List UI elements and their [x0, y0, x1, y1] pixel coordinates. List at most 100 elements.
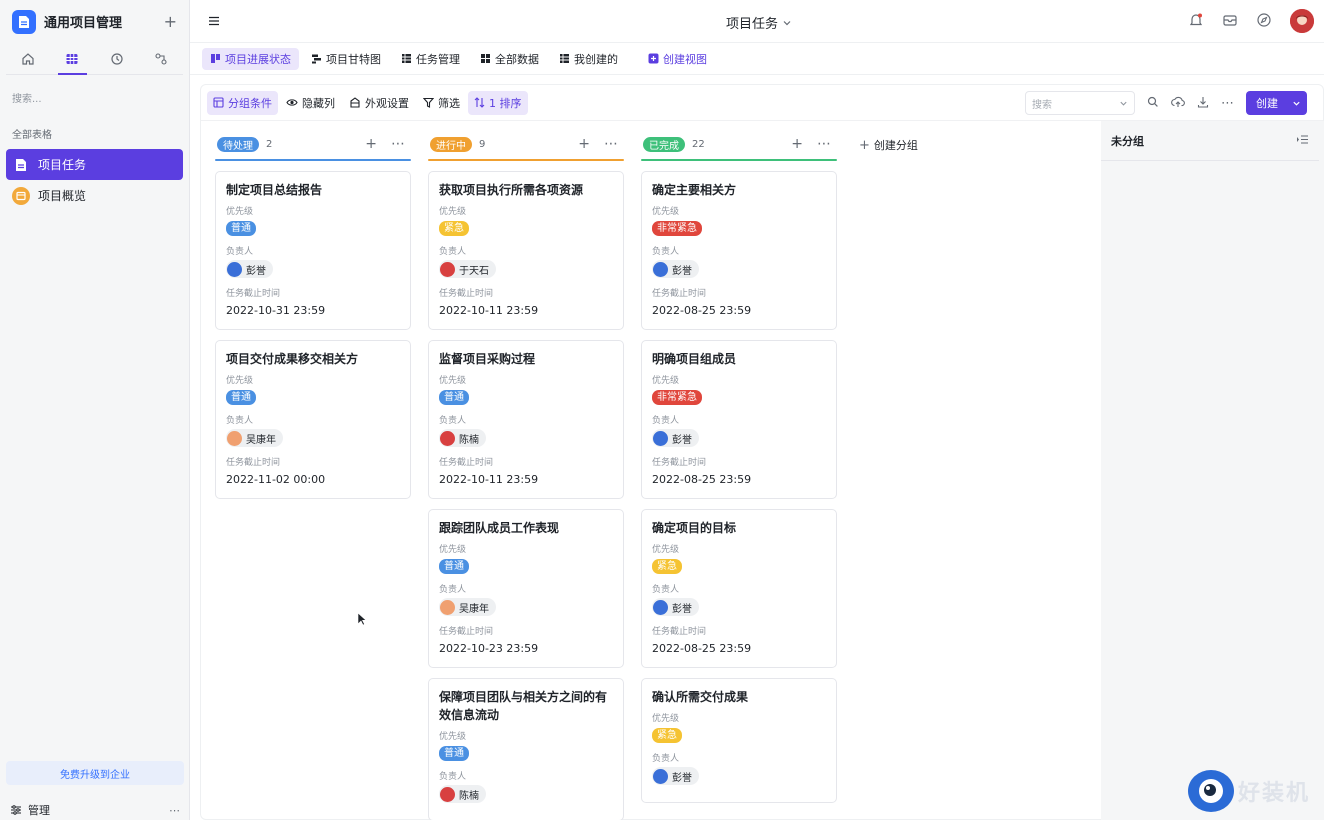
column-more-button[interactable]: ⋯ [391, 136, 405, 152]
plus-square-icon [648, 53, 659, 64]
column-count: 22 [692, 138, 705, 150]
task-card[interactable]: 保障项目团队与相关方之间的有效信息流动 优先级 普通 负责人 陈楠 [428, 678, 624, 820]
task-card[interactable]: 获取项目执行所需各项资源 优先级 紧急 负责人 于天石 任务截止时间 2022-10-11 … [428, 171, 624, 330]
collapse-list-icon[interactable] [1296, 134, 1309, 148]
inbox-icon[interactable] [1222, 12, 1238, 31]
sort-button[interactable]: 1 排序 [468, 90, 528, 115]
appearance-button[interactable]: 外观设置 [343, 91, 415, 115]
status-badge[interactable]: 已完成 [643, 136, 685, 152]
column-actions: + ⋯ [791, 136, 835, 152]
sidebar-header: 通用项目管理 + [0, 0, 189, 43]
add-card-button[interactable]: + [365, 136, 377, 152]
priority-label: 优先级 [652, 376, 680, 386]
column-more-button[interactable]: ⋯ [817, 136, 831, 152]
chevron-down-icon[interactable] [1292, 99, 1301, 108]
deadline-value: 2022-08-25 23:59 [652, 304, 752, 317]
task-card[interactable]: 明确项目组成员 优先级 非常紧急 负责人 彭誉 任务截止时间 2022-08-25 23:5… [641, 340, 837, 499]
hide-columns-button[interactable]: 隐藏列 [280, 91, 341, 115]
tab-task-management[interactable]: 任务管理 [393, 48, 468, 70]
sidebar-search-input[interactable]: 搜索... [0, 75, 189, 123]
more-options-button[interactable]: ⋯ [1221, 96, 1234, 111]
history-tab[interactable] [95, 43, 139, 74]
priority-tag: 普通 [439, 559, 469, 574]
view-tabs: 项目进展状态 项目甘特图 任务管理 全部数据 我创建的 创建视图 [190, 43, 1324, 75]
upload-icon[interactable] [1171, 96, 1185, 111]
task-card[interactable]: 跟踪团队成员工作表现 优先级 普通 负责人 吴康年 任务截止时间 2022-10-23 23… [428, 509, 624, 668]
deadline-value: 2022-08-25 23:59 [652, 642, 752, 655]
owner-label: 负责人 [439, 772, 467, 782]
task-card[interactable]: 制定项目总结报告 优先级 普通 负责人 彭誉 任务截止时间 2022-10-31 23:59 [215, 171, 411, 330]
view-toolbar: 分组条件 隐藏列 外观设置 筛选 1 排序 搜索 ⋯ 创建 [201, 85, 1323, 121]
palette-icon [350, 97, 360, 108]
manage-button[interactable]: 管理 ⋯ [0, 800, 190, 820]
view-title-dropdown[interactable]: 项目任务 [726, 13, 792, 32]
create-view-button[interactable]: 创建视图 [640, 48, 715, 70]
status-badge[interactable]: 待处理 [217, 136, 259, 152]
grid-icon [481, 54, 490, 63]
create-group-button[interactable]: + 创建分组 [859, 137, 918, 153]
tab-label: 项目甘特图 [326, 52, 381, 66]
owner-name: 陈楠 [459, 790, 479, 802]
plus-icon: + [859, 137, 870, 153]
priority-tag: 非常紧急 [652, 221, 702, 236]
sidebar-item-project-tasks[interactable]: 项目任务 [6, 149, 183, 180]
avatar [440, 261, 455, 277]
owner-label: 负责人 [652, 416, 680, 426]
deadline-value: 2022-10-23 23:59 [439, 642, 539, 655]
deadline-label: 任务截止时间 [226, 289, 281, 299]
card-title: 明确项目组成员 [652, 352, 737, 366]
document-icon [12, 156, 30, 174]
deadline-value: 2022-10-11 23:59 [439, 473, 539, 486]
menu-toggle-icon[interactable] [207, 14, 221, 31]
task-card[interactable]: 确认所需交付成果 优先级 紧急 负责人 彭誉 [641, 678, 837, 803]
column-header: 进行中 9 + ⋯ [428, 131, 624, 157]
priority-label: 优先级 [439, 545, 467, 555]
add-card-button[interactable]: + [791, 136, 803, 152]
notification-bell-icon[interactable] [1188, 12, 1204, 31]
kanban-column: 待处理 2 + ⋯ 制定项目总结报告 优先级 普通 负责人 彭誉 任务截止时间 2022-10-31… [215, 131, 411, 499]
app-logo-icon [12, 9, 36, 34]
task-card[interactable]: 项目交付成果移交相关方 优先级 普通 负责人 吴康年 任务截止时间 2022-11-02 0… [215, 340, 411, 499]
priority-tag: 非常紧急 [652, 390, 702, 405]
create-record-button[interactable]: 创建 [1246, 91, 1307, 115]
filter-label: 筛选 [438, 96, 460, 110]
deadline-label: 任务截止时间 [652, 627, 707, 637]
add-card-button[interactable]: + [578, 136, 590, 152]
tab-all-data[interactable]: 全部数据 [472, 48, 547, 70]
column-more-button[interactable]: ⋯ [604, 136, 618, 152]
tab-gantt[interactable]: 项目甘特图 [303, 48, 389, 70]
task-card[interactable]: 确定项目的目标 优先级 紧急 负责人 彭誉 任务截止时间 2022-08-25 23:59 [641, 509, 837, 668]
download-icon[interactable] [1197, 96, 1209, 111]
task-card[interactable]: 确定主要相关方 优先级 非常紧急 负责人 彭誉 任务截止时间 2022-08-25 23:5… [641, 171, 837, 330]
manage-more-button[interactable]: ⋯ [169, 804, 180, 817]
filter-button[interactable]: 筛选 [417, 91, 466, 115]
search-placeholder: 搜索 [1032, 99, 1052, 111]
owner-name: 吴康年 [246, 434, 276, 446]
group-by-button[interactable]: 分组条件 [207, 90, 278, 115]
priority-label: 优先级 [652, 207, 680, 217]
status-badge[interactable]: 进行中 [430, 136, 472, 152]
compass-icon[interactable] [1256, 12, 1272, 31]
tab-label: 任务管理 [416, 52, 460, 66]
deadline-label: 任务截止时间 [439, 458, 494, 468]
search-icon[interactable] [1147, 96, 1159, 111]
priority-tag: 普通 [226, 221, 256, 236]
priority-tag: 紧急 [652, 728, 682, 743]
upgrade-button[interactable]: 免费升级到企业 [6, 761, 184, 785]
owner-label: 负责人 [652, 247, 680, 257]
search-input[interactable]: 搜索 [1025, 91, 1135, 115]
grid-icon [66, 53, 78, 64]
workflow-tab[interactable] [139, 43, 183, 74]
tables-tab[interactable] [50, 43, 94, 75]
user-avatar[interactable] [1290, 9, 1314, 33]
task-card[interactable]: 监督项目采购过程 优先级 普通 负责人 陈楠 任务截止时间 2022-10-11 23:59 [428, 340, 624, 499]
tab-my-created[interactable]: 我创建的 [551, 48, 626, 70]
add-table-button[interactable]: + [164, 12, 177, 31]
ungrouped-label: 未分组 [1111, 134, 1144, 148]
sidebar-item-project-overview[interactable]: 项目概览 [6, 180, 183, 211]
watermark-text: 好装机 [1238, 781, 1311, 806]
owner-label: 负责人 [226, 247, 254, 257]
toolbar-right: 搜索 ⋯ 创建 [1025, 91, 1307, 115]
home-tab[interactable] [6, 43, 50, 74]
tab-project-progress[interactable]: 项目进展状态 [202, 47, 299, 70]
